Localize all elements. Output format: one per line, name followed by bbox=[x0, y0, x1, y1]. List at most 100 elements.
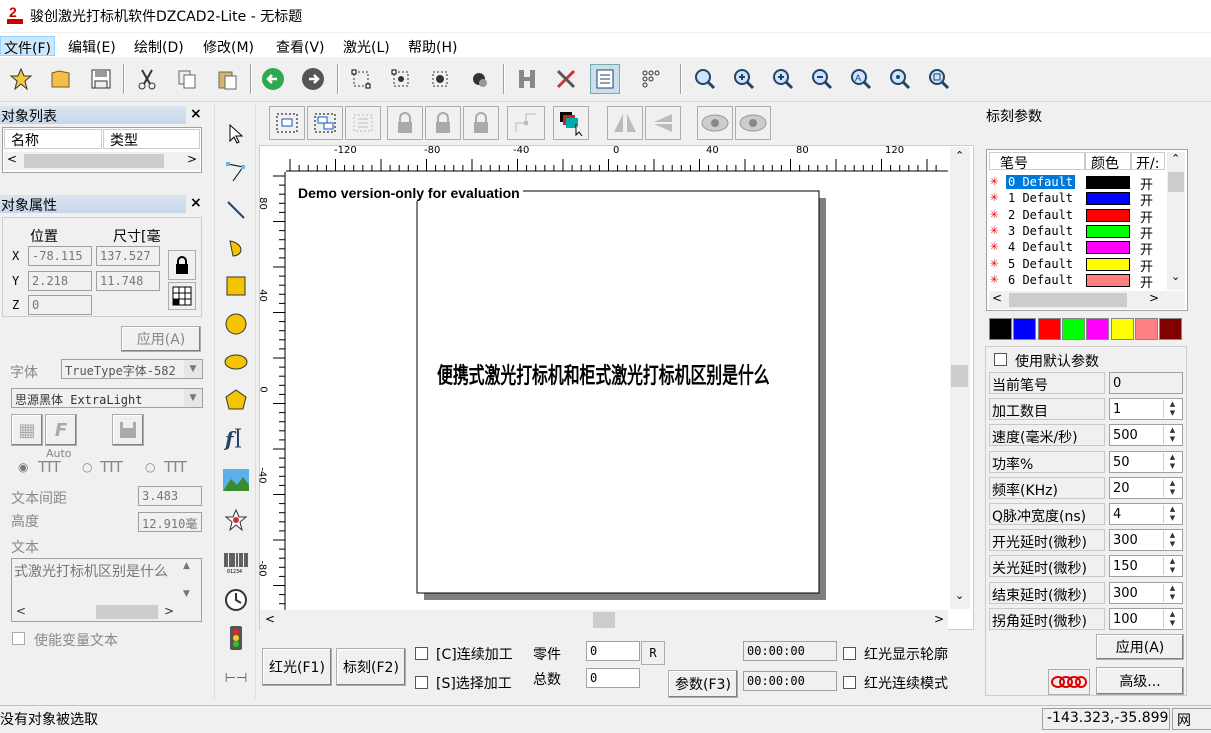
spin-arrows-icon[interactable]: ▲ ▼ bbox=[1163, 478, 1181, 497]
palette-swatch[interactable] bbox=[1013, 318, 1037, 340]
align-right-radio[interactable]: ○ bbox=[145, 460, 155, 474]
spin-arrows-icon[interactable]: ▲ ▼ bbox=[1163, 583, 1181, 602]
menu-view[interactable]: 查看(V) bbox=[273, 36, 328, 56]
param-value-field[interactable]: 1 ▲ ▼ bbox=[1109, 398, 1183, 421]
select-process-checkbox[interactable] bbox=[415, 676, 428, 689]
distribute-icon[interactable] bbox=[512, 64, 542, 94]
lock-button[interactable] bbox=[387, 106, 423, 140]
param-value-field[interactable]: 100 ▲ ▼ bbox=[1109, 607, 1183, 630]
pen-row[interactable]: ✳ 4 Default 开 bbox=[990, 238, 1170, 258]
variable-text-checkbox[interactable] bbox=[12, 632, 25, 645]
menu-edit[interactable]: 编辑(E) bbox=[65, 36, 119, 56]
laser-settings-button[interactable] bbox=[1048, 669, 1090, 695]
object-list[interactable]: 名称 类型 < > bbox=[2, 127, 202, 173]
param-value-field[interactable]: 300 ▲ ▼ bbox=[1109, 529, 1183, 552]
height-field[interactable]: 12.910毫 bbox=[138, 512, 202, 532]
show-eye-button[interactable] bbox=[697, 106, 733, 140]
font-name-chevron-down-icon[interactable]: ▼ bbox=[184, 389, 202, 407]
canvas-text-object[interactable]: 便携式激光打标机和柜式激光打标机区别是什么 bbox=[437, 358, 770, 390]
total-field[interactable]: 0 bbox=[586, 668, 640, 688]
timer-tool-icon[interactable] bbox=[220, 584, 252, 616]
palette-swatch[interactable] bbox=[1110, 318, 1134, 340]
pen-list-hscroll[interactable]: < > bbox=[989, 291, 1185, 309]
param-value-field[interactable]: 300 ▲ ▼ bbox=[1109, 581, 1183, 604]
palette-swatch[interactable] bbox=[989, 318, 1012, 340]
hide-eye-button[interactable] bbox=[735, 106, 771, 140]
reference-point-button[interactable] bbox=[507, 106, 545, 140]
circle-tool-icon[interactable] bbox=[220, 308, 252, 340]
red-continuous-checkbox[interactable] bbox=[843, 676, 856, 689]
properties-icon[interactable] bbox=[590, 64, 620, 94]
spin-arrows-icon[interactable]: ▲ ▼ bbox=[1163, 505, 1181, 523]
cut-icon[interactable] bbox=[132, 64, 162, 94]
text-content-area[interactable]: 式激光打标机区别是什么 ▲ ▼ < > bbox=[11, 558, 202, 622]
param-value-field[interactable]: 20 ▲ ▼ bbox=[1109, 476, 1183, 499]
red-outline-checkbox[interactable] bbox=[843, 647, 856, 660]
save-icon[interactable] bbox=[86, 64, 116, 94]
pen-row[interactable]: ✳ 5 Default 开 bbox=[990, 255, 1170, 275]
pen-row[interactable]: ✳ 0 Default 开 bbox=[990, 173, 1170, 193]
spin-arrows-icon[interactable]: ▲ ▼ bbox=[1163, 531, 1181, 550]
open-icon[interactable] bbox=[46, 64, 76, 94]
menu-help[interactable]: 帮助(H) bbox=[405, 36, 460, 56]
ungroup-button[interactable] bbox=[307, 106, 343, 140]
col-color-header[interactable]: 颜色 bbox=[1085, 152, 1131, 172]
red-light-button[interactable]: 红光(F1) bbox=[262, 648, 332, 686]
pen-row[interactable]: ✳ 1 Default 开 bbox=[990, 189, 1170, 209]
text-tool-icon[interactable]: f bbox=[220, 422, 252, 454]
lock-ratio-button[interactable] bbox=[168, 250, 196, 280]
zoom-out-icon[interactable] bbox=[807, 64, 837, 94]
x-size-field[interactable]: 137.527 bbox=[96, 246, 160, 266]
polygon-tool-icon[interactable] bbox=[220, 384, 252, 416]
io-tool-icon[interactable] bbox=[220, 622, 252, 654]
spin-arrows-icon[interactable]: ▲ ▼ bbox=[1163, 452, 1181, 471]
motion-tool-icon[interactable]: ⊢⊣ bbox=[220, 662, 252, 694]
font-style-button[interactable]: F bbox=[45, 414, 77, 446]
use-default-checkbox[interactable] bbox=[994, 353, 1007, 366]
grid-status[interactable]: 网格: bbox=[1172, 708, 1211, 730]
y-size-field[interactable]: 11.748 bbox=[96, 271, 160, 291]
param-value-field[interactable]: 500 ▲ ▼ bbox=[1109, 424, 1183, 447]
mark-button[interactable]: 标刻(F2) bbox=[336, 648, 406, 686]
param-value-field[interactable]: 4 ▲ ▼ bbox=[1109, 503, 1183, 525]
node-tool-icon[interactable] bbox=[220, 156, 252, 188]
menu-modify[interactable]: 修改(M) bbox=[200, 36, 257, 56]
zoom-icon[interactable] bbox=[690, 64, 720, 94]
reset-parts-button[interactable]: R bbox=[641, 641, 665, 665]
font-type-chevron-down-icon[interactable]: ▼ bbox=[184, 360, 202, 378]
align-center-radio[interactable]: ○ bbox=[82, 460, 92, 474]
spin-arrows-icon[interactable]: ▲ ▼ bbox=[1163, 426, 1181, 445]
advanced-button[interactable]: 高级... bbox=[1096, 667, 1184, 695]
text-settings-button[interactable]: ▦ bbox=[11, 414, 43, 446]
palette-swatch[interactable] bbox=[1159, 318, 1183, 340]
pen-row[interactable]: ✳ 2 Default 开 bbox=[990, 206, 1170, 226]
group-button[interactable] bbox=[269, 106, 305, 140]
unlock-button[interactable] bbox=[425, 106, 461, 140]
parts-field[interactable]: 0 bbox=[586, 641, 640, 661]
font-type-select[interactable]: TrueType字体-582 bbox=[61, 359, 203, 379]
menu-draw[interactable]: 绘制(D) bbox=[131, 36, 187, 56]
align-left-radio[interactable]: ◉ bbox=[18, 460, 28, 474]
barcode-tool-icon[interactable]: 01234 bbox=[220, 546, 252, 578]
object-props-close-icon[interactable]: × bbox=[190, 195, 202, 211]
x-position-field[interactable]: -78.115 bbox=[28, 246, 92, 266]
undo-icon[interactable] bbox=[258, 64, 288, 94]
params-button[interactable]: 参数(F3) bbox=[668, 670, 738, 698]
node-delete-icon[interactable] bbox=[464, 64, 494, 94]
canvas-vscroll[interactable]: ⌃ ⌄ bbox=[950, 147, 970, 609]
grid-icon[interactable] bbox=[636, 64, 666, 94]
distribute-button[interactable] bbox=[345, 106, 381, 140]
y-position-field[interactable]: 2.218 bbox=[28, 271, 92, 291]
mirror-horizontal-button[interactable] bbox=[607, 106, 643, 140]
palette-swatch[interactable] bbox=[1086, 318, 1110, 340]
pen-row[interactable]: ✳ 6 Default 开 bbox=[990, 271, 1170, 291]
ellipse-tool-icon[interactable] bbox=[220, 346, 252, 378]
anchor-grid-button[interactable] bbox=[168, 282, 196, 310]
char-spacing-field[interactable]: 3.483 bbox=[138, 486, 202, 506]
pen-row[interactable]: ✳ 3 Default 开 bbox=[990, 222, 1170, 242]
zoom-selection-icon[interactable] bbox=[885, 64, 915, 94]
z-position-field[interactable]: 0 bbox=[28, 295, 92, 315]
select-tool-icon[interactable] bbox=[220, 118, 252, 150]
zoom-page-icon[interactable] bbox=[924, 64, 954, 94]
node-add-icon[interactable] bbox=[425, 64, 455, 94]
